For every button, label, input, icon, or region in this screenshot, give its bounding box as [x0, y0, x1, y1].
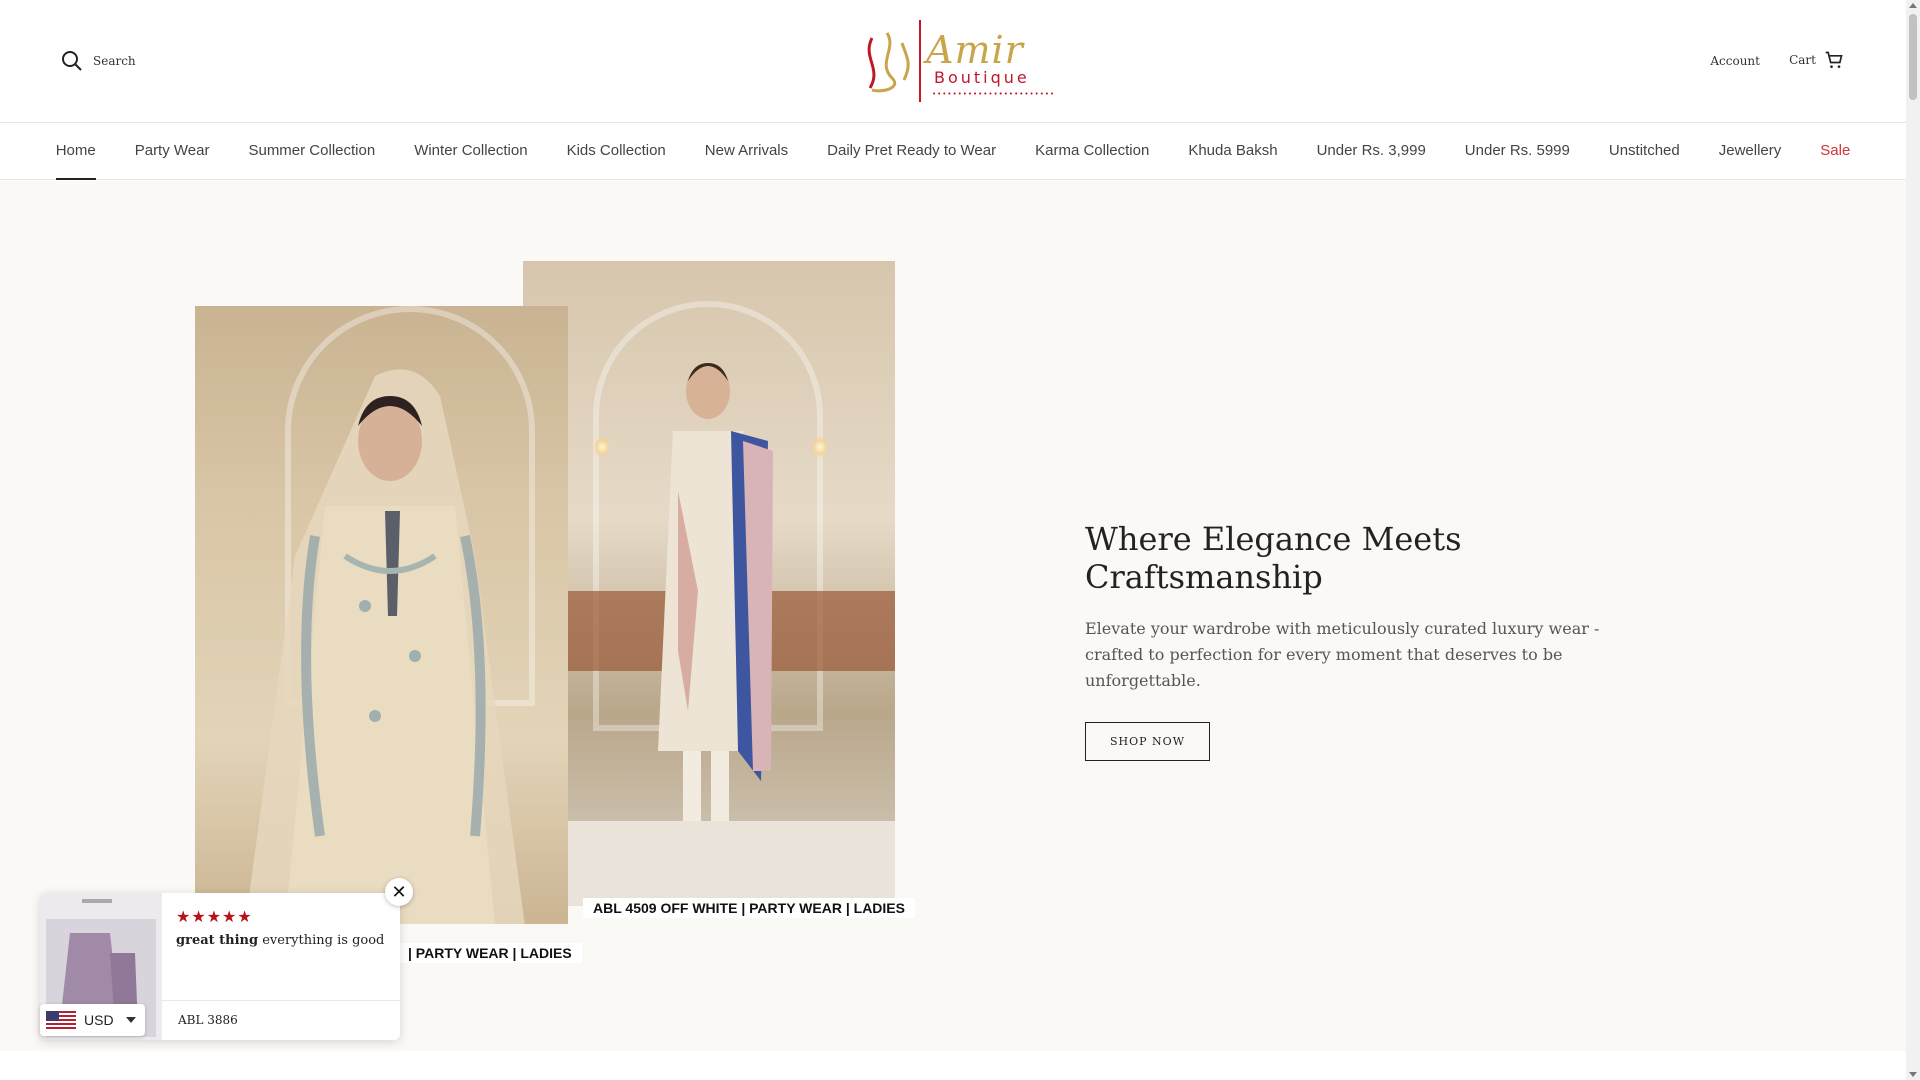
scrollbar-thumb[interactable] [1909, 14, 1917, 100]
review-product-name[interactable]: ABL 3886 [178, 1013, 238, 1027]
nav-item-jewellery[interactable]: Jewellery [1699, 123, 1801, 179]
chevron-down-icon [125, 1017, 136, 1023]
hero-image-back[interactable] [523, 261, 895, 906]
close-icon[interactable]: ✕ [385, 878, 413, 906]
hero-image-front[interactable] [195, 306, 568, 924]
logo-text: Amir [926, 28, 1024, 72]
nav-item-summer-collection[interactable]: Summer Collection [229, 123, 395, 179]
main-nav: Home Party Wear Summer Collection Winter… [0, 122, 1906, 180]
nav-item-winter-collection[interactable]: Winter Collection [395, 123, 547, 179]
wall-lamp [595, 436, 609, 458]
cart-label: Cart [1789, 53, 1816, 67]
hero-caption-front: | PARTY WEAR | LADIES [398, 943, 582, 963]
wall-lamp [813, 436, 827, 458]
nav-item-kids-collection[interactable]: Kids Collection [547, 123, 685, 179]
nav-item-karma-collection[interactable]: Karma Collection [1016, 123, 1169, 179]
review-text: great thing everything is good [176, 933, 384, 948]
cart-link[interactable]: Cart [1789, 50, 1844, 70]
logo-subtext: Boutique [934, 68, 1030, 87]
floor-decor [523, 821, 895, 906]
scroll-up-icon[interactable] [1909, 3, 1917, 8]
nav-item-under-5999[interactable]: Under Rs. 5999 [1445, 123, 1589, 179]
review-divider [162, 1000, 400, 1001]
hero-title: Where Elegance Meets Craftsmanship [1085, 520, 1462, 596]
nav-item-home[interactable]: Home [36, 123, 115, 180]
us-flag-icon [46, 1011, 76, 1029]
site-logo[interactable]: Amir Boutique •••••••••••••••••••••••• [852, 18, 1058, 104]
hero-text-block: Where Elegance Meets Craftsmanship Eleva… [1085, 520, 1645, 761]
nav-item-under-3999[interactable]: Under Rs. 3,999 [1297, 123, 1445, 179]
page-scrollbar[interactable] [1906, 0, 1920, 1080]
shop-now-button[interactable]: SHOP NOW [1085, 722, 1210, 761]
nav-item-sale[interactable]: Sale [1801, 123, 1870, 179]
model-figure-1 [245, 369, 525, 924]
nav-item-khuda-baksh[interactable]: Khuda Baksh [1169, 123, 1297, 179]
logo-dots: •••••••••••••••••••••••• [932, 90, 1056, 98]
cart-icon [1825, 51, 1843, 68]
search-icon [62, 51, 82, 71]
nav-list: Home Party Wear Summer Collection Winter… [0, 123, 1906, 180]
logo-calligraphy-icon [867, 20, 921, 102]
nav-item-unstitched[interactable]: Unstitched [1589, 123, 1699, 179]
hero-caption-back: ABL 4509 OFF WHITE | PARTY WEAR | LADIES [583, 898, 915, 918]
scroll-down-icon[interactable] [1909, 1072, 1917, 1077]
search-label: Search [93, 54, 136, 68]
site-header: Search Amir Boutique •••••••••••••••••••… [0, 0, 1906, 122]
nav-item-daily-pret[interactable]: Daily Pret Ready to Wear [808, 123, 1016, 179]
nav-item-party-wear[interactable]: Party Wear [115, 123, 229, 179]
currency-code: USD [84, 1012, 114, 1028]
rating-stars: ★★★★★ [176, 907, 253, 926]
hero-subtitle: Elevate your wardrobe with meticulously … [1085, 619, 1600, 690]
review-body: everything is good [258, 933, 385, 948]
review-title: great thing [176, 933, 259, 948]
nav-item-new-arrivals[interactable]: New Arrivals [685, 123, 807, 179]
currency-selector[interactable]: USD [40, 1004, 145, 1036]
search-button[interactable]: Search [60, 49, 136, 73]
account-link[interactable]: Account [1710, 54, 1760, 68]
